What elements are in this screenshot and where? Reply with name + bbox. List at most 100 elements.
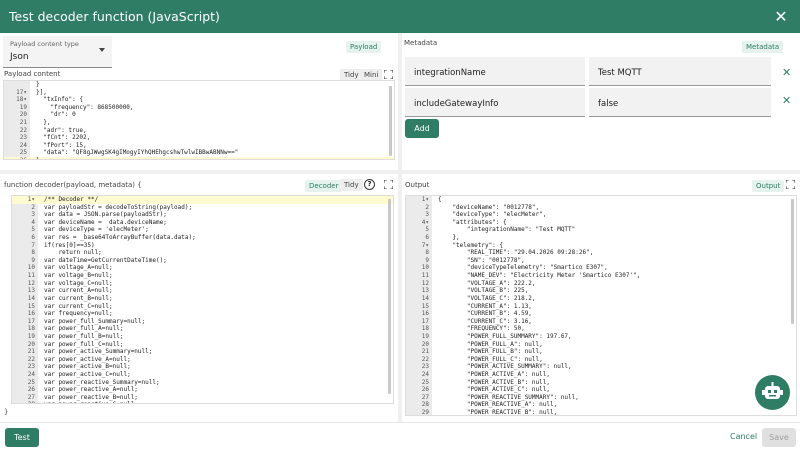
help-icon[interactable]: ? xyxy=(364,179,375,190)
close-icon[interactable]: ✕ xyxy=(771,7,791,26)
metadata-key-field[interactable]: integrationName xyxy=(405,57,585,86)
line-number: 27 xyxy=(421,393,429,401)
line-number: 22 xyxy=(19,126,27,134)
line-number: 20 xyxy=(27,340,35,348)
code-text: var power_reactive_C=null; xyxy=(38,401,393,403)
line-number: 24 xyxy=(27,371,35,379)
decoder-signature: function decoder(payload, metadata) { xyxy=(4,181,142,189)
code-line: 13 var current_A=null; xyxy=(12,287,393,295)
decoder-editor[interactable]: 1▾ /** Decoder **/ 2 var payloadStr = decod… xyxy=(11,195,394,404)
code-line: 16 var frequency=null; xyxy=(12,310,393,318)
delete-row-icon[interactable]: ✕ xyxy=(782,94,791,107)
metadata-panel: Metadata Metadata integrationName Test M… xyxy=(402,33,800,170)
line-number: 1▾ xyxy=(421,196,429,203)
code-line: 28var power_reactive_C=null; xyxy=(12,401,393,403)
cancel-button[interactable]: Cancel xyxy=(730,432,757,441)
line-number: 10 xyxy=(27,264,35,272)
scrollbar[interactable] xyxy=(388,199,391,394)
code-line: 20 "dr": 0 xyxy=(4,111,394,119)
payload-content-label: Payload content xyxy=(4,70,61,78)
line-number: 2 xyxy=(425,203,429,211)
code-text: }, xyxy=(36,119,51,127)
fullscreen-icon[interactable] xyxy=(786,180,795,189)
line-number: 21 xyxy=(421,348,429,356)
scrollbar[interactable] xyxy=(389,86,392,156)
dialog-header: Test decoder function (JavaScript) ✕ xyxy=(0,0,800,33)
code-text: "dr": 0 xyxy=(36,111,76,119)
code-line: 27 var power_reactive_B=null; xyxy=(12,394,393,402)
line-number: 8 xyxy=(31,249,35,257)
line-number: 22 xyxy=(27,355,35,363)
code-line: 26 "POWER_ACTIVE_C": null, xyxy=(406,386,796,394)
line-number: 13 xyxy=(421,287,429,295)
scrollbar[interactable] xyxy=(791,199,794,324)
code-text: /** Decoder **/ xyxy=(44,196,99,203)
code-line: 18 var power_full_A=null; xyxy=(12,325,393,333)
line-number: 9 xyxy=(31,256,35,264)
code-text: var power_active_B=null; xyxy=(44,363,131,371)
payload-lines: } 17▾}], 18▾ "txInfo": {19 "frequency": 86… xyxy=(4,81,394,159)
code-line: 8 "REAL_TIME": "29.04.2026 09:28:26", xyxy=(406,249,796,257)
code-text: "VOLTAGE_C": 218.2, xyxy=(438,294,536,302)
code-text: "POWER_FULL_A": null, xyxy=(438,340,543,348)
code-line: 8 return null; xyxy=(12,249,393,257)
code-line: 1▾ { xyxy=(406,196,796,204)
code-text: var power_reactive_B=null; xyxy=(44,393,138,401)
code-text: } xyxy=(36,81,40,88)
code-line: 5 "integrationName": "Test MQTT" xyxy=(406,226,796,234)
fullscreen-icon[interactable] xyxy=(384,70,393,79)
code-text: var frequency=null; xyxy=(44,310,113,318)
code-text: "frequency": 868500000, xyxy=(36,103,134,111)
line-number: 4 xyxy=(31,218,35,226)
fullscreen-icon[interactable] xyxy=(384,180,393,189)
payload-type-select[interactable]: Payload content type Json xyxy=(3,36,112,68)
tidy-button[interactable]: Tidy xyxy=(340,179,363,191)
code-text: var current_A=null; xyxy=(44,287,113,295)
code-text: "POWER_FULL_B": null, xyxy=(438,348,543,356)
code-text: }, xyxy=(438,234,460,242)
chatbot-icon[interactable] xyxy=(755,375,790,410)
metadata-value-field[interactable]: false xyxy=(589,88,771,117)
code-text: "REAL_TIME": "29.04.2026 09:28:26", xyxy=(438,249,594,257)
line-number: 19 xyxy=(421,332,429,340)
output-tag: Output xyxy=(752,180,785,192)
code-text: var power_active_A=null; xyxy=(44,355,131,363)
line-number: 17 xyxy=(421,317,429,325)
payload-editor[interactable]: } 17▾}], 18▾ "txInfo": {19 "frequency": 86… xyxy=(3,80,395,160)
output-panel: Output Output 1▾ {2 "deviceName": "001277… xyxy=(402,174,800,422)
payload-tag: Payload xyxy=(346,41,382,53)
add-button[interactable]: Add xyxy=(405,119,439,138)
code-text: "txInfo": { xyxy=(36,96,83,104)
code-line: 1▾ /** Decoder **/ xyxy=(12,196,393,204)
code-text: "CURRENT_A": 1.13, xyxy=(438,302,532,310)
code-text: var power_full_B=null; xyxy=(44,332,124,340)
code-text: var payloadStr = decodeToString(payload)… xyxy=(44,203,193,211)
line-number: 21 xyxy=(19,119,27,127)
line-number: 17 xyxy=(27,317,35,325)
line-number xyxy=(4,81,30,89)
delete-row-icon[interactable]: ✕ xyxy=(782,66,791,79)
code-line: 25 var power_reactive_Summary=null; xyxy=(12,379,393,387)
code-line: 16 "CURRENT_B": 4.59, xyxy=(406,310,796,318)
save-button[interactable]: Save xyxy=(762,428,796,447)
code-line: 23 var power_active_B=null; xyxy=(12,363,393,371)
line-number: 17▾ xyxy=(16,88,27,96)
line-number: 25 xyxy=(19,149,27,157)
code-text: var res = _base64ToArrayBuffer(data.data… xyxy=(44,234,196,242)
code-text: "adr": true, xyxy=(36,126,87,134)
code-text: "CURRENT_B": 4.59, xyxy=(438,310,532,318)
output-editor[interactable]: 1▾{2 "deviceName": "0012778", 3 "deviceTy… xyxy=(405,195,797,416)
code-line: 4 var deviceName = data.deviceName; xyxy=(12,219,393,227)
line-number: 18▾ xyxy=(16,96,27,104)
line-number: 18 xyxy=(421,325,429,333)
code-line: 7 if(res[0]==35) xyxy=(12,242,393,250)
metadata-value-value: Test MQTT xyxy=(598,68,642,78)
line-number: 3 xyxy=(31,211,35,219)
metadata-value-field[interactable]: Test MQTT xyxy=(589,57,771,86)
code-text: "POWER_ACTIVE_C": null, xyxy=(438,386,550,394)
test-button[interactable]: Test xyxy=(5,428,39,447)
code-line: 9 "SN": "0012778", xyxy=(406,257,796,265)
line-number: 3 xyxy=(425,211,429,219)
metadata-key-field[interactable]: includeGatewayInfo xyxy=(405,88,585,117)
line-number: 12 xyxy=(421,279,429,287)
